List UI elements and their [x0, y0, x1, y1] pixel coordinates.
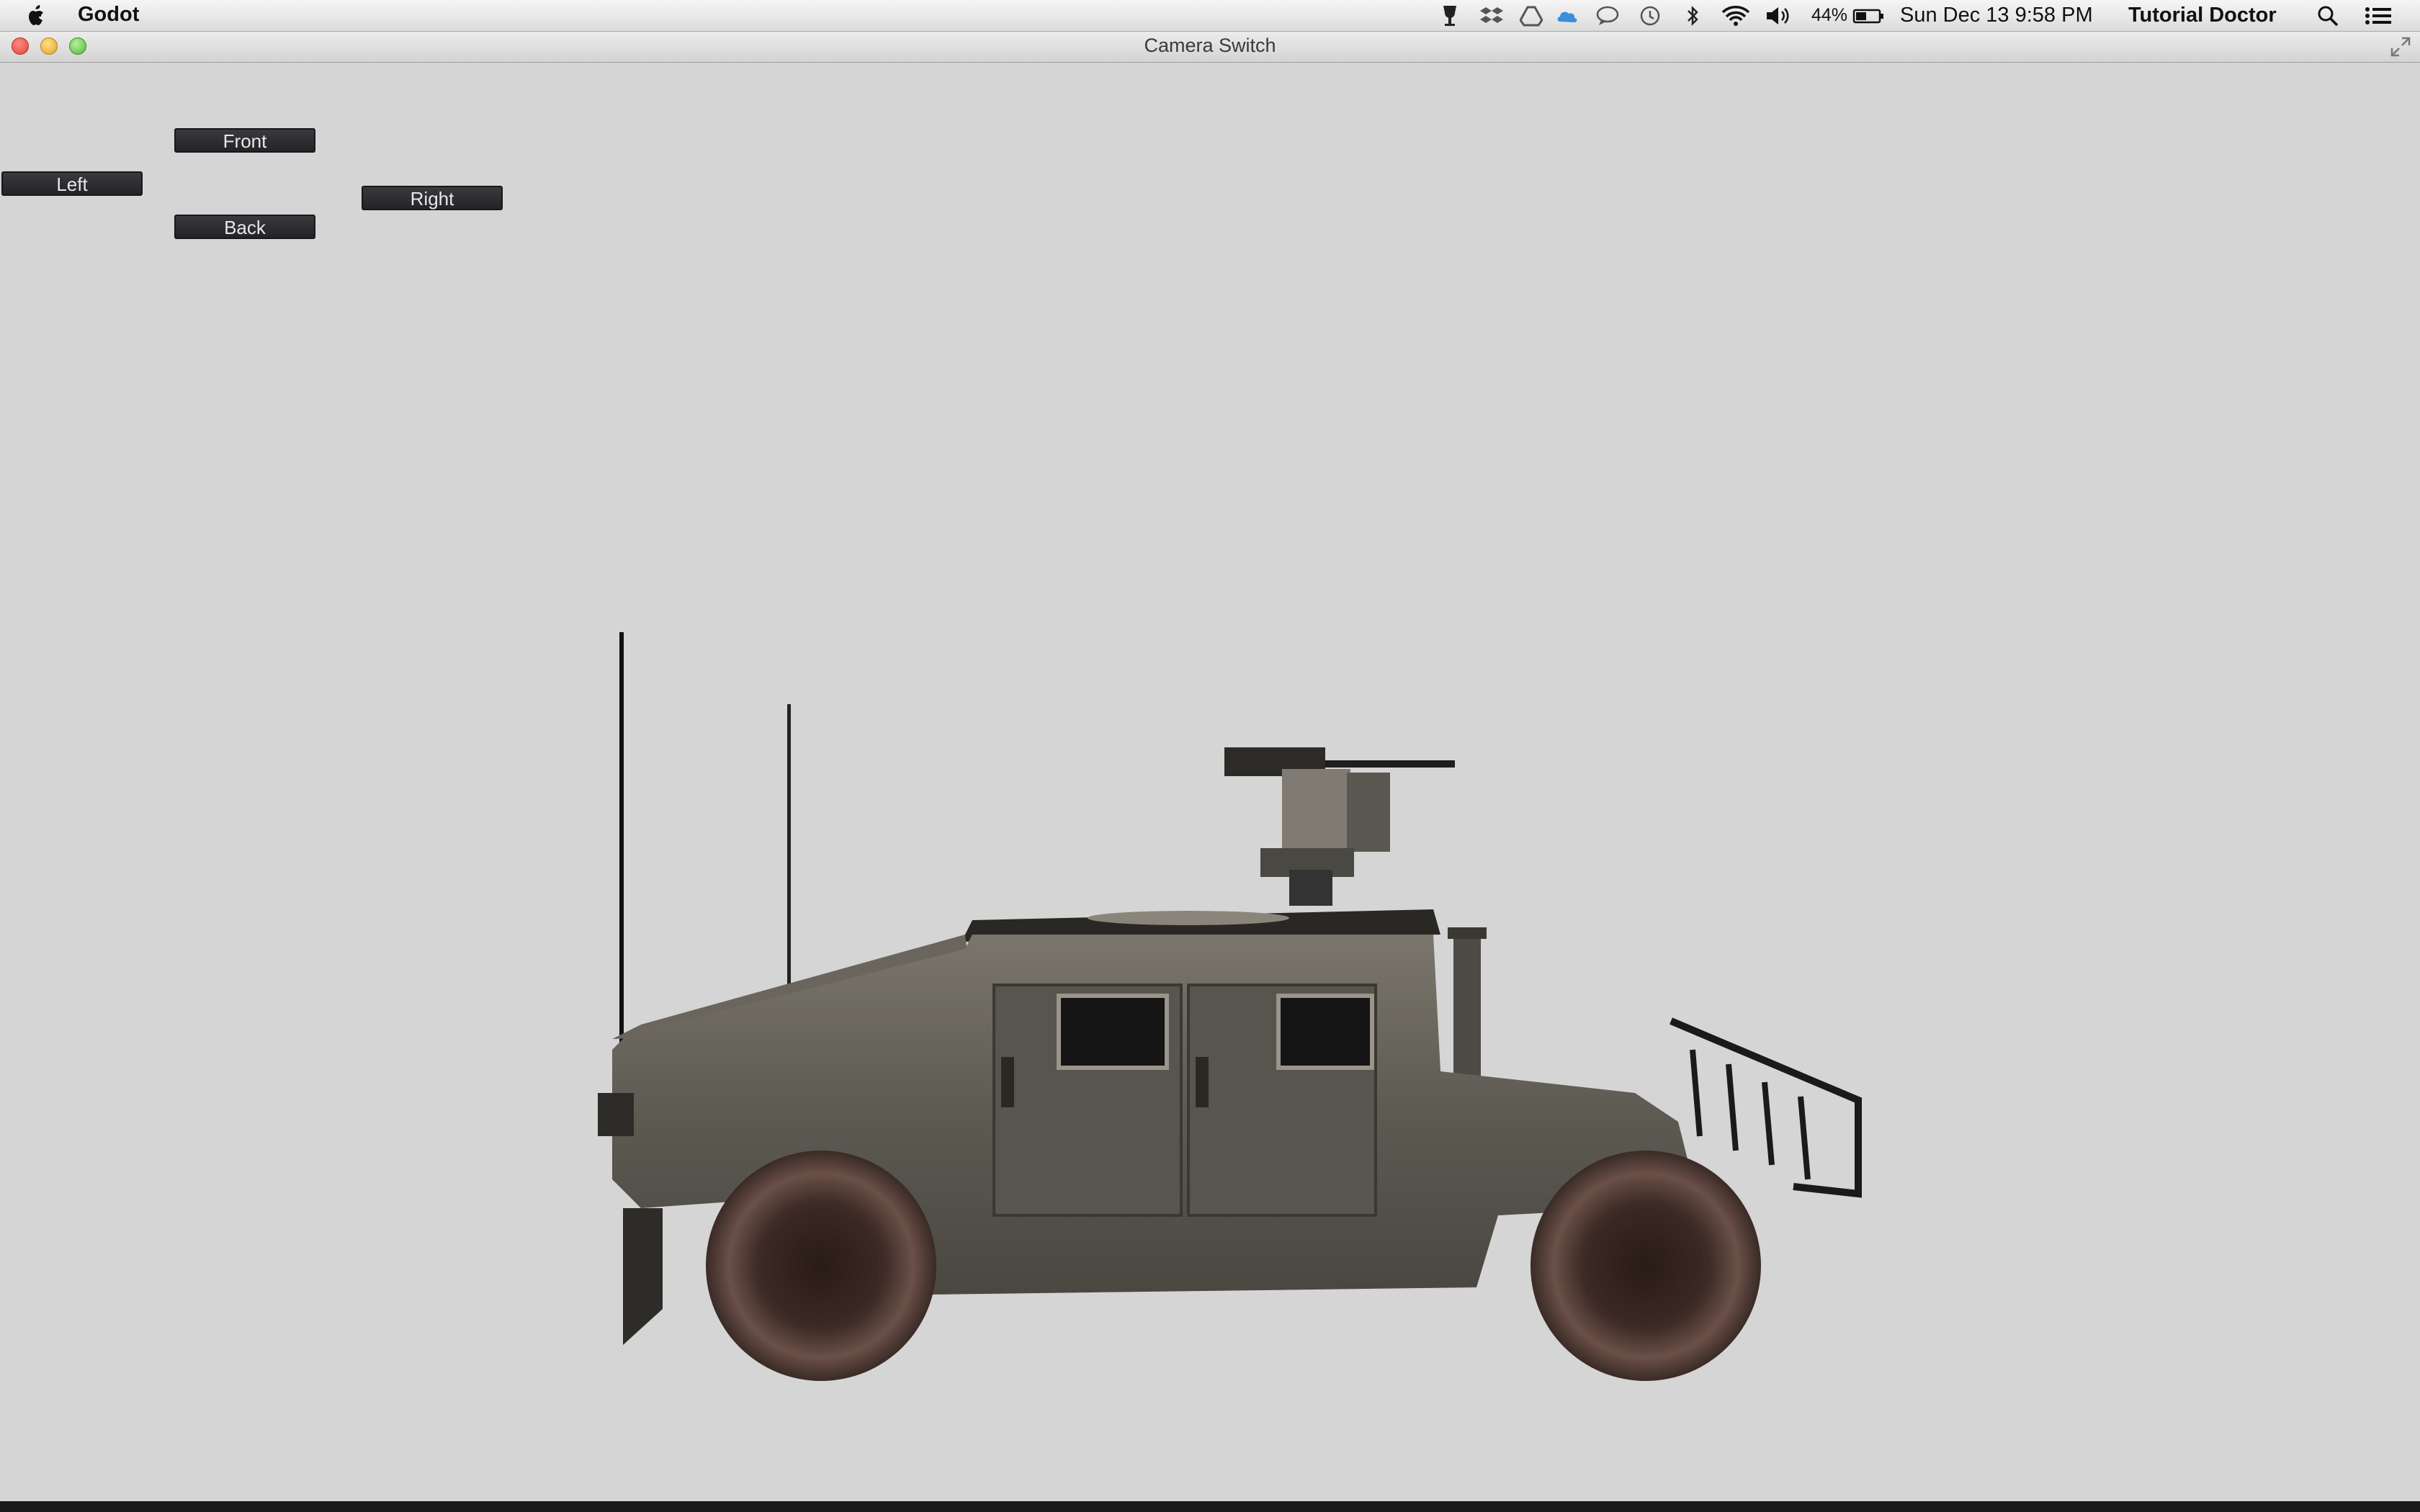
wifi-icon[interactable] — [1721, 4, 1750, 27]
menubar-clock[interactable]: Sun Dec 13 9:58 PM — [1900, 4, 2093, 27]
fullscreen-icon[interactable] — [2390, 36, 2411, 58]
front-bumper — [598, 1093, 634, 1136]
wine-icon[interactable] — [1440, 4, 1459, 27]
messages-icon[interactable] — [1595, 4, 1620, 27]
game-viewport[interactable]: Front Left Right Back — [0, 63, 2420, 1501]
rear-window — [1276, 994, 1374, 1070]
app-menu-name[interactable]: Godot — [78, 3, 139, 27]
spotlight-search-icon[interactable] — [2316, 4, 2339, 27]
cloud-app-icon[interactable] — [1556, 4, 1580, 27]
left-camera-button[interactable]: Left — [1, 171, 143, 196]
user-account-menu[interactable]: Tutorial Doctor — [2128, 4, 2277, 27]
front-window — [1057, 994, 1169, 1070]
time-machine-icon[interactable] — [1639, 4, 1662, 27]
front-camera-button[interactable]: Front — [174, 128, 315, 153]
battery-percent: 44% — [1811, 5, 1848, 25]
turret-gun — [1224, 747, 1455, 906]
apple-logo-icon[interactable] — [26, 4, 48, 27]
exhaust-stack — [1453, 935, 1481, 1079]
antenna-front — [619, 632, 624, 1100]
right-camera-button[interactable]: Right — [362, 186, 503, 210]
dropbox-icon[interactable] — [1480, 4, 1503, 27]
drive-icon[interactable] — [1520, 4, 1543, 27]
window-bottom-edge — [0, 1501, 2420, 1512]
window-title: Camera Switch — [1144, 35, 1276, 56]
back-camera-button[interactable]: Back — [174, 215, 315, 239]
humvee-model — [598, 632, 1862, 1381]
notification-center-icon[interactable] — [2364, 4, 2393, 27]
battery-icon[interactable] — [1852, 4, 1884, 27]
menu-bar: Godot 44% Sun Dec 13 9:58 PM Tutorial Do… — [0, 0, 2420, 32]
volume-icon[interactable] — [1765, 4, 1792, 27]
bluetooth-icon[interactable] — [1685, 4, 1701, 27]
